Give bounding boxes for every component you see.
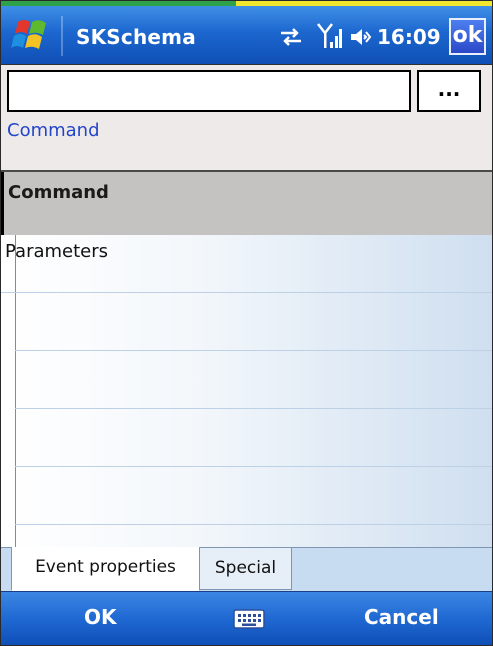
- cancel-softkey[interactable]: Cancel: [364, 605, 439, 629]
- top-accent-green: [1, 1, 236, 6]
- softkey-bar: OK Cancel: [1, 591, 492, 645]
- title-separator: [61, 16, 63, 56]
- volume-icon[interactable]: [349, 24, 373, 50]
- tab-strip: Event properties Special: [1, 547, 492, 591]
- grid-category-label: Command: [8, 182, 109, 203]
- grid-row[interactable]: [15, 467, 492, 525]
- command-caption: Command: [7, 120, 100, 141]
- browse-button[interactable]: ...: [417, 70, 481, 112]
- property-grid: Command Parameters: [1, 172, 492, 547]
- keyboard-icon[interactable]: [233, 607, 265, 631]
- title-ok-button[interactable]: ok: [449, 18, 486, 55]
- command-input-area: ... Command: [1, 64, 492, 172]
- app-title: SKSchema: [76, 25, 196, 49]
- grid-row[interactable]: [15, 409, 492, 467]
- tab-special[interactable]: Special: [200, 548, 292, 590]
- grid-row[interactable]: [15, 293, 492, 351]
- grid-row-parameters[interactable]: Parameters: [1, 235, 492, 293]
- signal-icon[interactable]: [316, 21, 342, 51]
- device-screen: SKSchema 16:09 ok ... Command Command Pa…: [0, 0, 493, 646]
- grid-row[interactable]: [15, 351, 492, 409]
- command-input[interactable]: [7, 70, 411, 112]
- grid-row-label: Parameters: [5, 241, 109, 262]
- grid-category-header[interactable]: Command: [1, 172, 492, 235]
- sync-icon[interactable]: [277, 24, 305, 50]
- ok-softkey[interactable]: OK: [84, 605, 117, 629]
- tab-event-properties[interactable]: Event properties: [11, 547, 200, 591]
- clock[interactable]: 16:09: [377, 25, 441, 49]
- windows-start-icon[interactable]: [9, 16, 53, 56]
- top-accent-yellow: [236, 1, 492, 6]
- title-bar: SKSchema 16:09 ok: [1, 1, 492, 64]
